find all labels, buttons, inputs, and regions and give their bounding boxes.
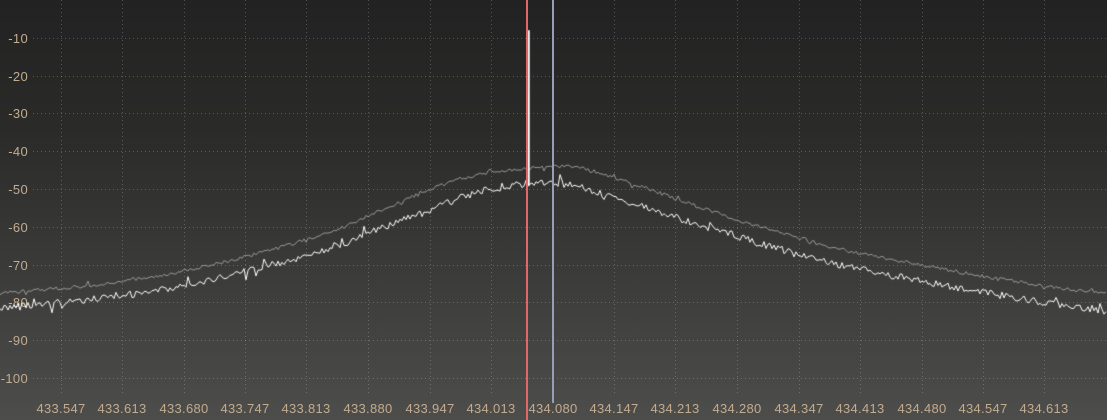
spectrum-analyzer-panel: -10-20-30-40-50-60-70-80-90-100 433.5474… xyxy=(0,0,1107,420)
tuning-marker-line[interactable] xyxy=(526,0,528,420)
frequency-marker-line[interactable] xyxy=(552,0,554,403)
